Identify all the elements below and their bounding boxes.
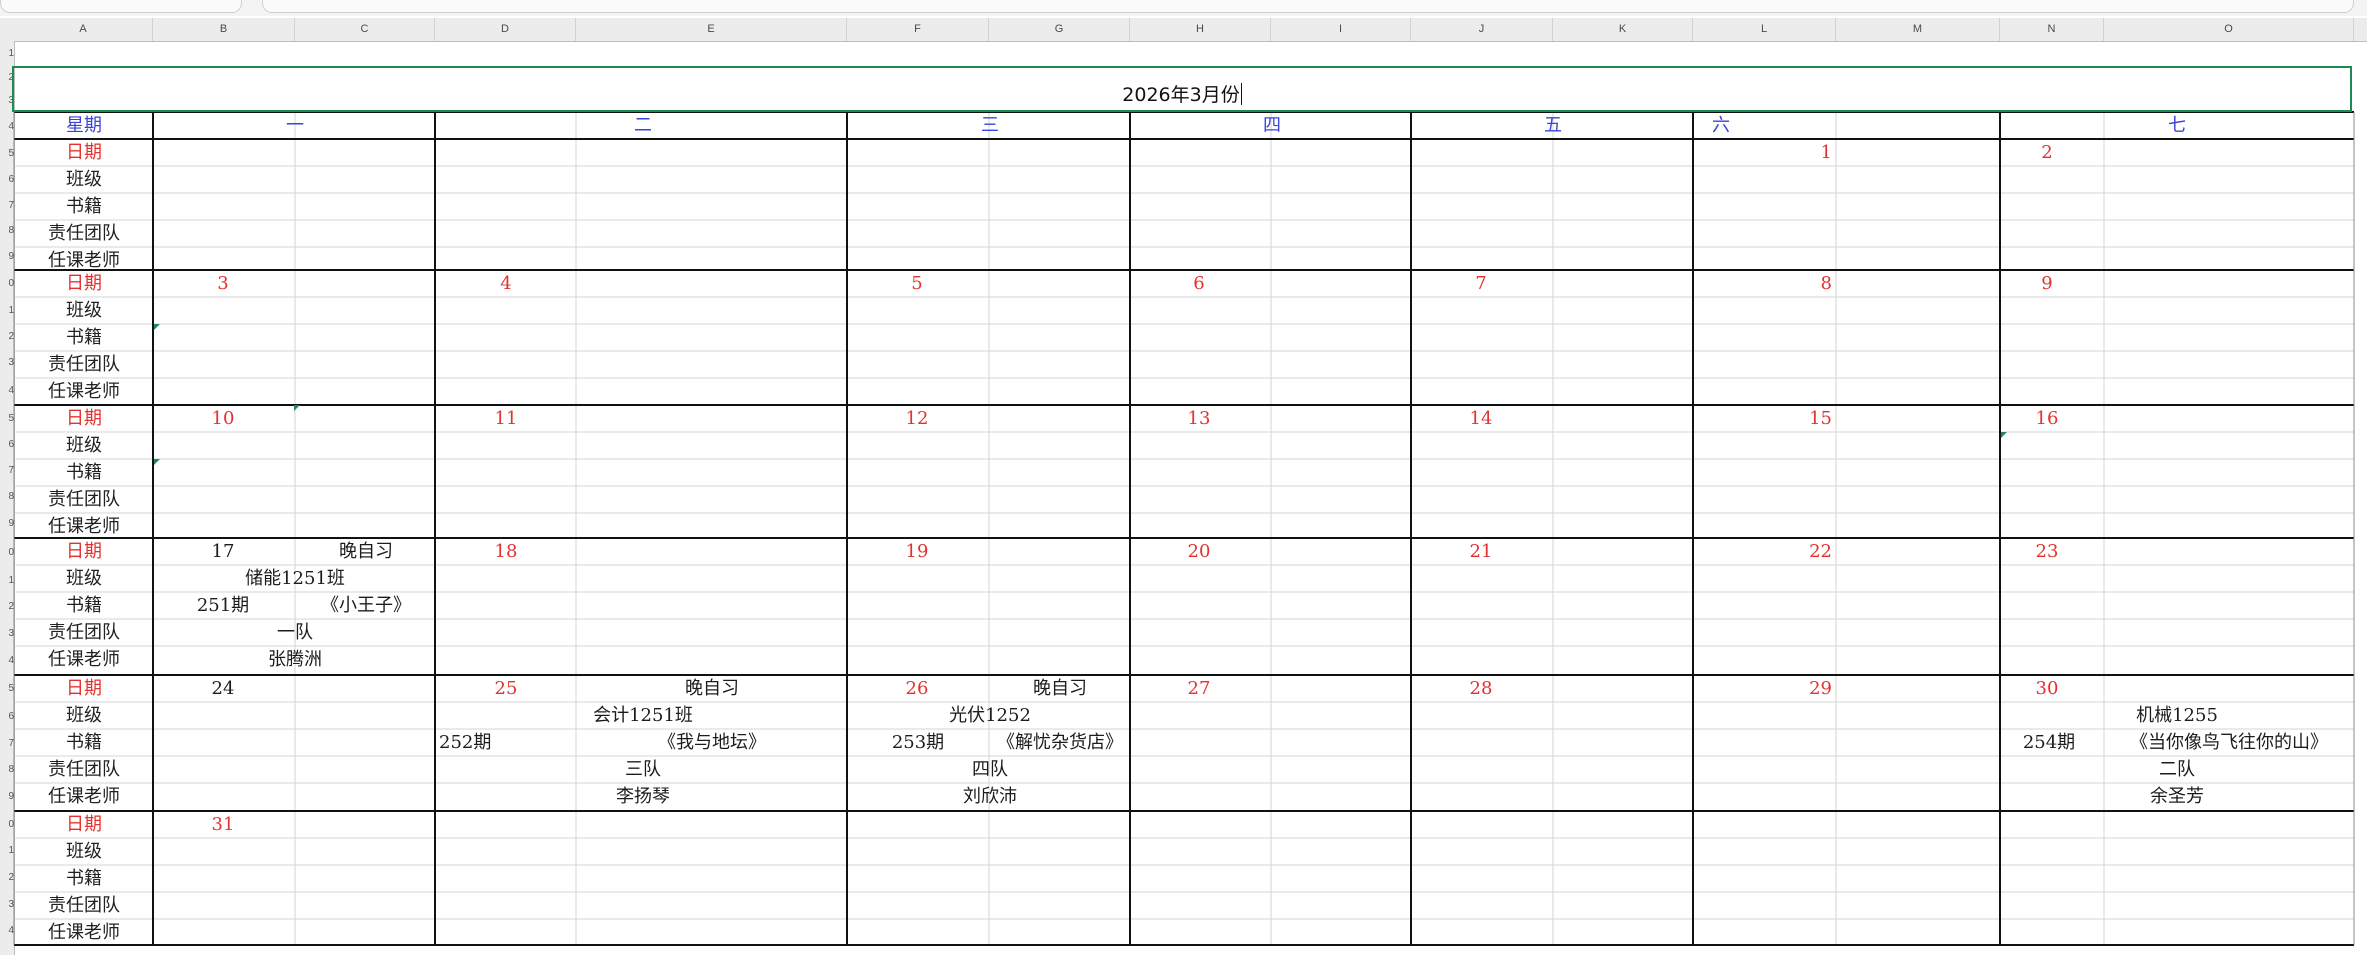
event-team[interactable]: 一队	[0, 624, 595, 642]
event-teacher[interactable]: 余圣芳	[1877, 788, 2367, 806]
comment-indicator-icon[interactable]	[154, 459, 160, 465]
event-team[interactable]: 四队	[690, 761, 1290, 779]
row-label-2[interactable]: 书籍	[0, 198, 384, 216]
date-cell[interactable]: 2	[1747, 144, 2347, 162]
row-label-1[interactable]: 班级	[0, 437, 384, 455]
sheet-title: 2026年3月份	[1122, 84, 1240, 106]
event-teacher[interactable]: 张腾洲	[0, 651, 595, 669]
event-team[interactable]: 二队	[1877, 761, 2367, 779]
row-label-2[interactable]: 书籍	[0, 870, 384, 888]
row-label-1[interactable]: 班级	[0, 302, 384, 320]
date-cell[interactable]: 16	[1747, 410, 2347, 428]
row-label-1[interactable]: 班级	[0, 843, 384, 861]
comment-indicator-icon[interactable]	[154, 324, 160, 330]
event-tag[interactable]: 晚自习	[66, 543, 666, 561]
row-label-2[interactable]: 书籍	[0, 734, 384, 752]
row-label-4[interactable]: 任课老师	[0, 924, 384, 942]
row-label-1[interactable]: 班级	[0, 171, 384, 189]
row-label-3[interactable]: 责任团队	[0, 491, 384, 509]
weekday-6[interactable]: 六	[1712, 117, 1730, 135]
row-label-4[interactable]: 任课老师	[0, 518, 384, 536]
event-teacher[interactable]: 刘欣沛	[690, 788, 1290, 806]
event-class[interactable]: 储能1251班	[0, 570, 595, 588]
row-label-3[interactable]: 责任团队	[0, 761, 384, 779]
event-book[interactable]: 《当你像鸟飞往你的山》	[1929, 734, 2367, 752]
row-label-1[interactable]: 班级	[0, 707, 384, 725]
title-cell[interactable]: 2026年3月份	[12, 66, 2352, 112]
row-label-2[interactable]: 书籍	[0, 329, 384, 347]
weekday-5[interactable]: 五	[1253, 117, 1853, 135]
row-label-4[interactable]: 任课老师	[0, 788, 384, 806]
weekday-7[interactable]: 七	[1877, 117, 2367, 135]
row-label-0[interactable]: 日期	[0, 144, 384, 162]
event-class[interactable]: 机械1255	[1877, 707, 2367, 725]
row-label-4[interactable]: 任课老师	[0, 252, 384, 270]
comment-indicator-icon[interactable]	[294, 405, 300, 411]
event-book[interactable]: 《小王子》	[66, 597, 666, 615]
row-label-3[interactable]: 责任团队	[0, 356, 384, 374]
text-cursor	[1240, 83, 1242, 105]
comment-indicator-icon[interactable]	[2001, 432, 2007, 438]
row-label-2[interactable]: 书籍	[0, 464, 384, 482]
date-cell[interactable]: 9	[1747, 275, 2347, 293]
date-cell[interactable]: 31	[0, 816, 523, 834]
event-tag[interactable]: 晚自习	[760, 680, 1360, 698]
date-cell[interactable]: 30	[1747, 680, 2347, 698]
date-cell[interactable]: 23	[1747, 543, 2347, 561]
event-class[interactable]: 光伏1252	[690, 707, 1290, 725]
row-label-3[interactable]: 责任团队	[0, 897, 384, 915]
row-label-4[interactable]: 任课老师	[0, 383, 384, 401]
event-book[interactable]: 《解忧杂货店》	[760, 734, 1360, 752]
row-label-3[interactable]: 责任团队	[0, 225, 384, 243]
